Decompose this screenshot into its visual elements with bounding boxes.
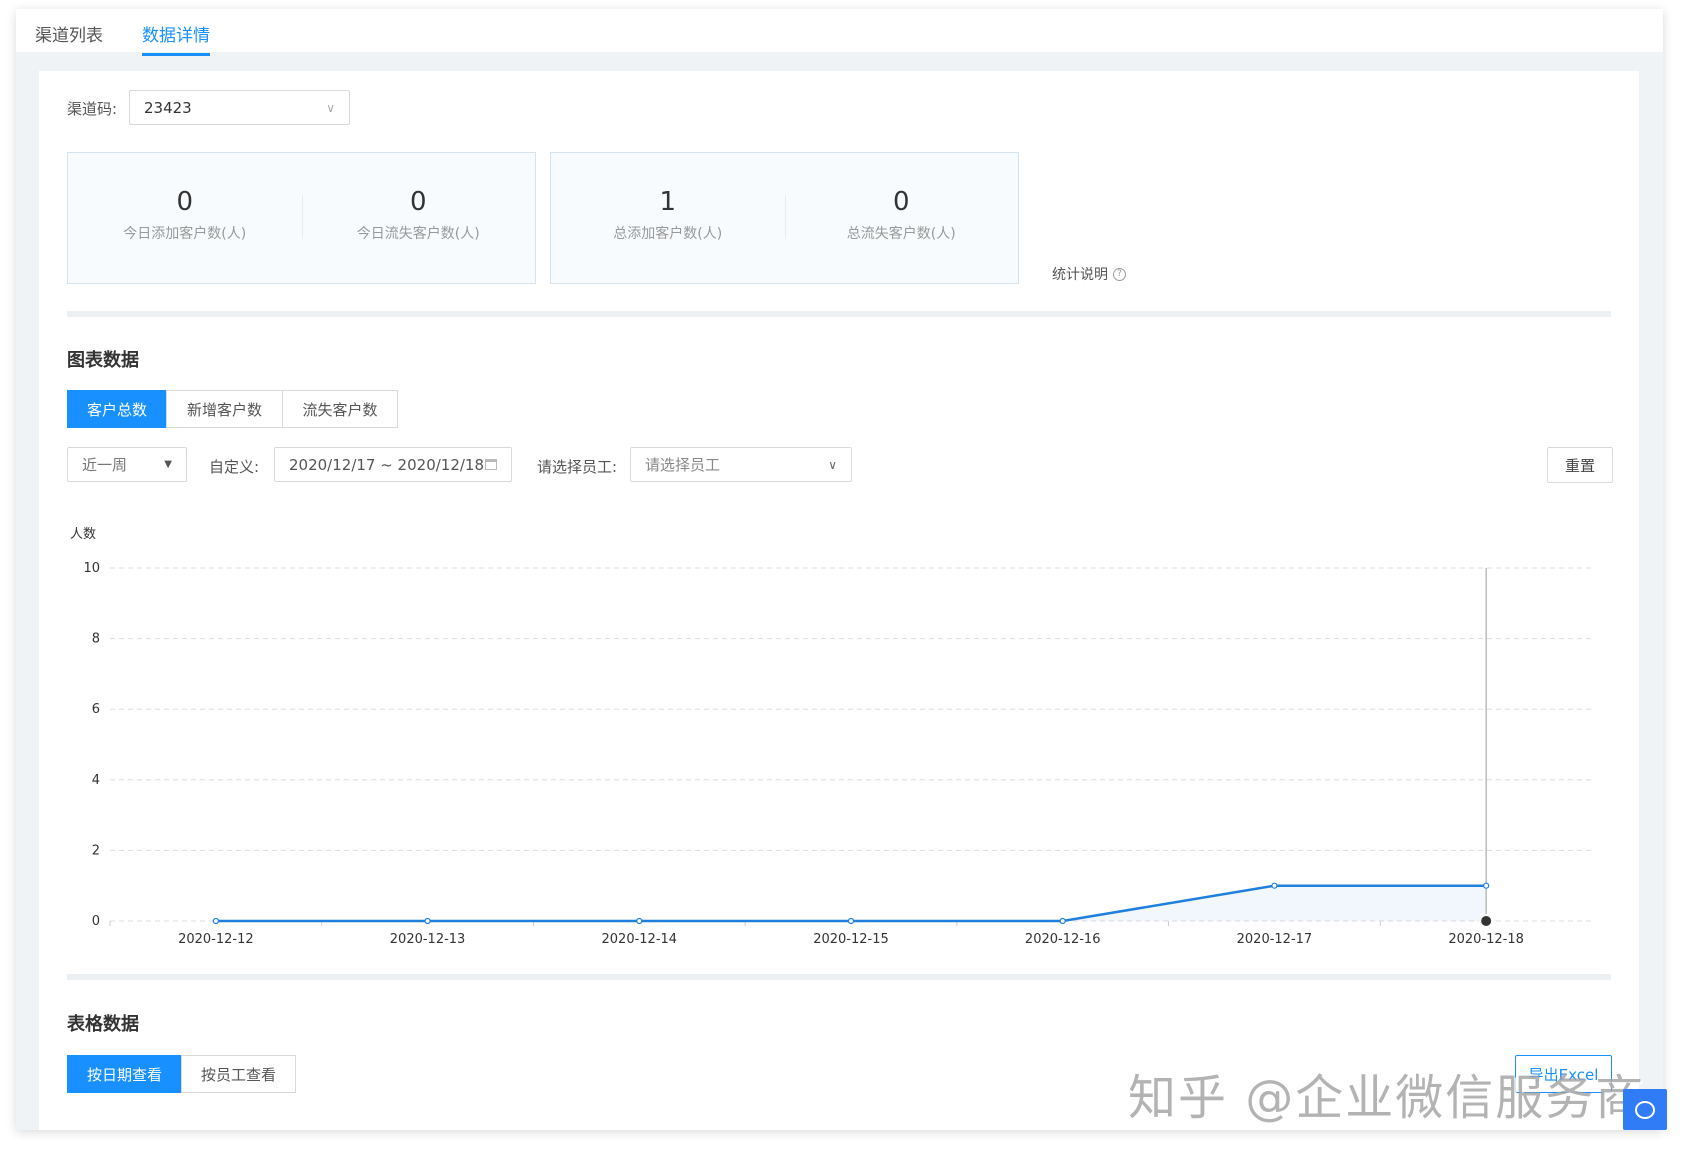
stats-help[interactable]: 统计说明 ? — [1052, 264, 1126, 284]
tab-new-customers[interactable]: 新增客户数 — [166, 390, 283, 428]
table-view-tabs: 按日期查看 按员工查看 — [67, 1055, 296, 1093]
line-chart: 人数 0 2 4 6 8 10 2020-12-12 2020-12-13 2020-12-14 2… — [70, 527, 1592, 947]
tab-lost-customers[interactable]: 流失客户数 — [282, 390, 398, 428]
reset-button[interactable]: 重置 — [1547, 447, 1613, 483]
custom-label: 自定义: — [209, 458, 260, 476]
tab-bar: 渠道列表 数据详情 — [16, 9, 1663, 56]
data-point — [636, 917, 643, 925]
tab-channel-list[interactable]: 渠道列表 — [35, 21, 103, 46]
x-tick-label: 2020-12-13 — [390, 932, 466, 947]
hover-marker — [1479, 914, 1494, 928]
date-range-input[interactable]: 2020/12/17 ~ 2020/12/18 — [274, 447, 512, 482]
chevron-down-icon: ∨ — [828, 457, 837, 472]
period-select[interactable]: 近一周 ▼ — [67, 447, 187, 482]
stat-value: 1 — [659, 187, 677, 217]
x-tick-label: 2020-12-15 — [813, 932, 889, 947]
x-tick-label: 2020-12-17 — [1237, 932, 1313, 947]
tab-by-employee[interactable]: 按员工查看 — [181, 1055, 296, 1093]
tab-by-date[interactable]: 按日期查看 — [67, 1055, 182, 1093]
data-point — [1271, 882, 1278, 889]
chart-section-title: 图表数据 — [67, 350, 139, 371]
caret-down-icon: ▼ — [164, 459, 172, 470]
date-range-value: 2020/12/17 ~ 2020/12/18 — [289, 455, 485, 474]
channel-value: 23423 — [144, 98, 192, 117]
stat-caption: 今日添加客户数(人) — [123, 226, 247, 242]
x-tick-label: 2020-12-18 — [1448, 932, 1524, 947]
y-tick-label: 6 — [92, 702, 100, 717]
employee-select[interactable]: 请选择员工 ∨ — [630, 447, 852, 482]
divider — [67, 974, 1611, 980]
y-axis-label: 人数 — [70, 527, 96, 542]
series-area — [215, 885, 1487, 921]
stat-value: 0 — [409, 187, 427, 217]
channel-select[interactable]: 23423 ∨ — [129, 90, 350, 125]
data-point — [212, 917, 219, 925]
y-tick-label: 0 — [92, 914, 100, 929]
stat-box-today: 0 今日添加客户数(人) 0 今日流失客户数(人) — [67, 152, 536, 284]
help-circle-icon: ? — [1113, 267, 1126, 281]
data-point — [424, 917, 431, 925]
data-point — [1483, 882, 1490, 889]
chat-float-button[interactable] — [1623, 1089, 1667, 1130]
y-tick-label: 2 — [92, 843, 100, 858]
employee-label: 请选择员工: — [537, 458, 618, 476]
stats-help-label: 统计说明 — [1052, 267, 1108, 283]
channel-label: 渠道码: — [67, 100, 118, 118]
x-tick-label: 2020-12-14 — [602, 932, 678, 947]
table-section-title: 表格数据 — [67, 1014, 139, 1035]
chevron-down-icon: ∨ — [326, 100, 335, 115]
x-tick-label: 2020-12-16 — [1025, 932, 1101, 947]
watermark: 知乎 @企业微信服务商 — [1128, 1070, 1646, 1126]
y-tick-label: 10 — [83, 561, 100, 576]
tab-data-detail[interactable]: 数据详情 — [142, 21, 210, 56]
period-value: 近一周 — [82, 456, 128, 474]
chart-type-tabs: 客户总数 新增客户数 流失客户数 — [67, 390, 398, 428]
stat-caption: 总流失客户数(人) — [846, 226, 956, 242]
y-tick-label: 8 — [92, 632, 100, 647]
x-tick-label: 2020-12-12 — [178, 932, 254, 947]
divider — [67, 311, 1611, 317]
employee-placeholder: 请选择员工 — [645, 456, 721, 474]
stat-value: 0 — [892, 187, 910, 217]
tab-total-customers[interactable]: 客户总数 — [67, 390, 167, 428]
stat-caption: 总添加客户数(人) — [613, 226, 723, 242]
chat-bubble-icon — [1635, 1100, 1655, 1119]
data-point — [1059, 917, 1066, 925]
stat-caption: 今日流失客户数(人) — [356, 226, 480, 242]
stat-value: 0 — [176, 187, 194, 217]
data-point — [847, 917, 855, 925]
calendar-icon — [485, 459, 497, 470]
y-tick-label: 4 — [92, 773, 100, 788]
stat-box-total: 1 总添加客户数(人) 0 总流失客户数(人) — [550, 152, 1019, 284]
